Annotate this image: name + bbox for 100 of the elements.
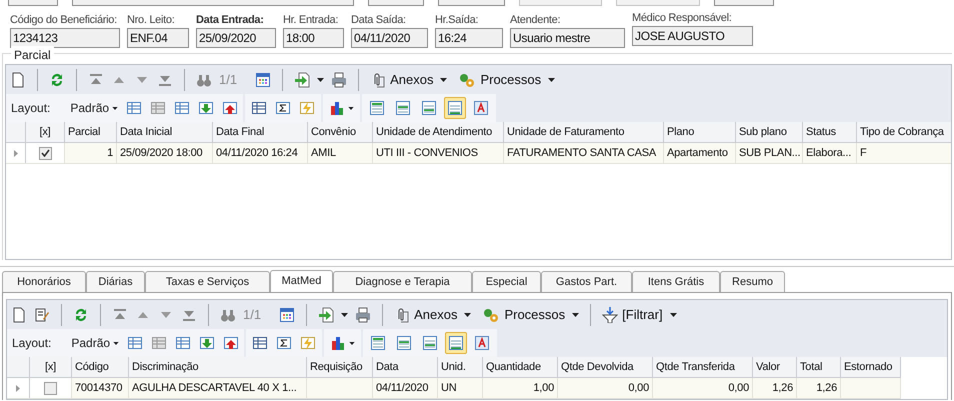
printer-icon[interactable] bbox=[355, 306, 372, 322]
caret-icon[interactable] bbox=[348, 106, 354, 110]
export-layout-icon[interactable] bbox=[223, 335, 240, 351]
column-header[interactable]: Data Inicial bbox=[117, 122, 213, 142]
tab[interactable]: Resumo bbox=[720, 271, 785, 292]
printer-icon[interactable] bbox=[331, 72, 348, 88]
input-field[interactable]: 16:24 bbox=[435, 28, 503, 48]
input-field[interactable]: JOSE AUGUSTO bbox=[632, 26, 753, 46]
filter-button[interactable]: [Filtrar] bbox=[602, 304, 663, 324]
export-layout-icon[interactable] bbox=[222, 100, 238, 116]
column-chooser-icon[interactable] bbox=[255, 72, 272, 88]
lightning-table-icon[interactable] bbox=[299, 100, 316, 116]
field-label: Nro. Leito: bbox=[127, 13, 174, 27]
table-icon bbox=[422, 335, 438, 351]
column-header[interactable]: Parcial bbox=[65, 122, 117, 142]
column-header[interactable]: Total bbox=[797, 357, 841, 377]
import-layout-icon[interactable] bbox=[198, 100, 214, 116]
bar-chart-icon[interactable] bbox=[329, 100, 346, 116]
bar-chart-icon[interactable] bbox=[330, 335, 346, 351]
caret-icon[interactable] bbox=[349, 342, 356, 344]
delete-layout-icon[interactable] bbox=[151, 335, 168, 351]
view-toggle-button[interactable] bbox=[444, 97, 466, 119]
grid-lines-icon[interactable] bbox=[251, 100, 268, 116]
tab[interactable]: Diárias bbox=[86, 271, 145, 292]
tab[interactable]: MatMed bbox=[270, 270, 333, 292]
record-counter: 1/1 bbox=[243, 306, 262, 324]
lightning-table-icon[interactable] bbox=[300, 335, 316, 351]
sum-icon[interactable] bbox=[275, 100, 292, 116]
font-icon bbox=[474, 335, 490, 351]
column-header[interactable]: Status bbox=[803, 122, 857, 142]
caret-icon[interactable] bbox=[670, 312, 677, 316]
field-label: Hr. Entrada: bbox=[283, 13, 338, 27]
tab[interactable]: Honorários bbox=[2, 271, 86, 292]
caret-icon[interactable] bbox=[440, 78, 448, 82]
grid-lines-icon[interactable] bbox=[252, 335, 268, 351]
column-header[interactable]: Tipo de Cobrança bbox=[857, 122, 951, 142]
sum-icon[interactable] bbox=[276, 335, 292, 351]
column-header[interactable]: [x] bbox=[26, 122, 65, 142]
caret-icon[interactable] bbox=[572, 312, 580, 316]
attachments-button[interactable]: Anexos bbox=[394, 304, 458, 324]
input-field[interactable]: 18:00 bbox=[283, 28, 344, 48]
layout-dropdown[interactable]: Padrão bbox=[66, 99, 118, 117]
new-document-icon[interactable] bbox=[11, 306, 27, 322]
caret-icon[interactable] bbox=[464, 312, 472, 316]
row-checkbox[interactable] bbox=[44, 382, 57, 394]
tab[interactable]: Especial bbox=[472, 271, 541, 292]
column-header[interactable]: Data bbox=[373, 357, 438, 377]
layout-label: Layout: bbox=[11, 100, 52, 117]
column-header[interactable]: Unidade de Faturamento bbox=[504, 122, 664, 142]
input-field[interactable]: ENF.04 bbox=[127, 28, 189, 48]
input-field[interactable]: Usuario mestre bbox=[510, 28, 625, 48]
attachments-button[interactable]: Anexos bbox=[370, 70, 434, 90]
caret-icon[interactable] bbox=[317, 78, 324, 82]
tab[interactable]: Taxas e Serviços bbox=[145, 271, 270, 292]
column-header[interactable]: Unid. bbox=[438, 357, 483, 377]
table-icon bbox=[395, 100, 412, 116]
refresh-icon[interactable] bbox=[73, 306, 89, 322]
refresh-icon[interactable] bbox=[49, 72, 65, 88]
input-field[interactable]: 04/11/2020 bbox=[351, 28, 428, 48]
column-header[interactable]: Data Final bbox=[213, 122, 308, 142]
column-header[interactable]: Sub plano bbox=[736, 122, 803, 142]
column-header[interactable]: Requisição bbox=[307, 357, 373, 377]
column-chooser-icon[interactable] bbox=[279, 306, 296, 322]
column-header[interactable]: Qtde Devolvida bbox=[558, 357, 653, 377]
column-header[interactable]: Qtde Transferida bbox=[653, 357, 753, 377]
input-field[interactable]: 1234123 bbox=[10, 28, 120, 48]
edit-document-icon[interactable] bbox=[34, 306, 50, 322]
delete-layout-icon[interactable] bbox=[150, 100, 166, 116]
processes-button[interactable]: Processos bbox=[458, 70, 542, 90]
table-cell: 0,00 bbox=[728, 382, 749, 394]
table-cell: 1,00 bbox=[533, 382, 554, 394]
column-header[interactable]: Quantidade bbox=[483, 357, 558, 377]
column-header[interactable]: Plano bbox=[664, 122, 736, 142]
export-icon[interactable] bbox=[294, 72, 310, 88]
table-icon[interactable] bbox=[175, 335, 192, 351]
save-layout-icon[interactable] bbox=[127, 335, 144, 351]
layout-dropdown[interactable]: Padrão bbox=[67, 334, 120, 352]
column-header[interactable]: Código bbox=[72, 357, 129, 377]
import-layout-icon[interactable] bbox=[199, 335, 216, 351]
input-field[interactable]: 25/09/2020 bbox=[196, 28, 276, 48]
table-cell: 0,00 bbox=[628, 382, 649, 394]
tab[interactable]: Itens Grátis bbox=[632, 271, 720, 292]
new-document-icon[interactable] bbox=[10, 72, 26, 88]
row-checkbox[interactable] bbox=[38, 146, 52, 160]
save-layout-icon[interactable] bbox=[126, 100, 142, 116]
column-header[interactable]: [x] bbox=[30, 357, 72, 377]
column-header[interactable]: Convênio bbox=[308, 122, 373, 142]
export-icon[interactable] bbox=[318, 306, 334, 322]
column-header[interactable]: Estornado bbox=[841, 357, 901, 377]
tab[interactable]: Gastos Part. bbox=[541, 271, 632, 292]
processes-button[interactable]: Processos bbox=[482, 304, 566, 324]
table-cell: 1,26 bbox=[816, 382, 837, 394]
view-toggle-button[interactable] bbox=[445, 332, 468, 354]
caret-icon[interactable] bbox=[548, 78, 556, 82]
tab[interactable]: Diagnose e Terapia bbox=[333, 271, 472, 292]
column-header[interactable]: Discriminação bbox=[129, 357, 307, 377]
caret-icon[interactable] bbox=[341, 312, 348, 316]
table-icon[interactable] bbox=[174, 100, 190, 116]
column-header[interactable]: Valor bbox=[753, 357, 797, 377]
column-header[interactable]: Unidade de Atendimento bbox=[373, 122, 504, 142]
